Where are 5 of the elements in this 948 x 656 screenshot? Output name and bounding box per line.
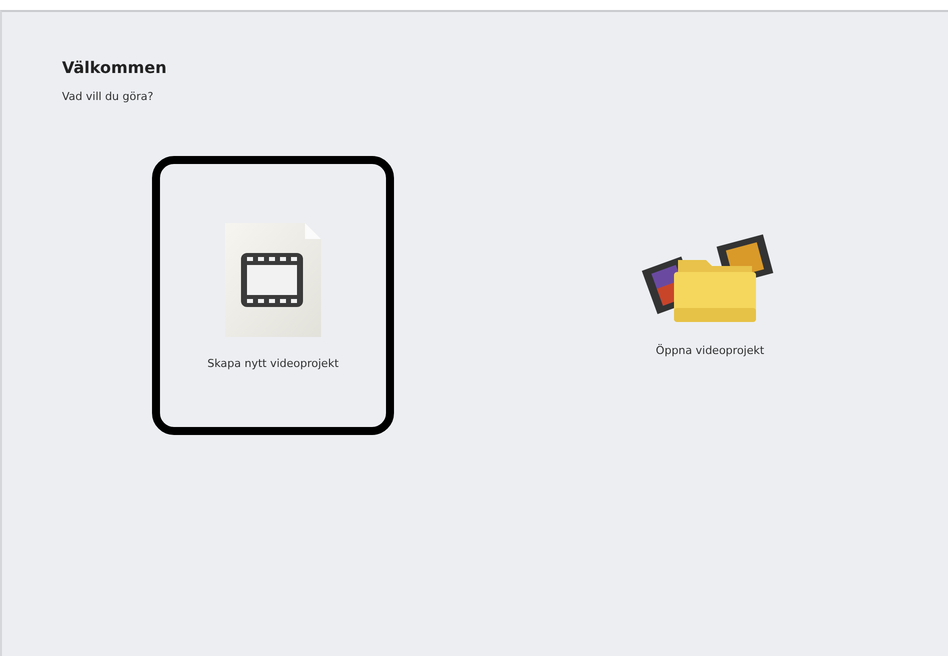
prompt-text: Vad vill du göra?	[62, 90, 154, 103]
welcome-heading: Välkommen	[62, 58, 168, 77]
video-document-icon	[223, 221, 323, 339]
project-option[interactable]: Öppna videoprojekt	[589, 156, 831, 435]
project-option[interactable]: Skapa nytt videoprojekt	[152, 156, 394, 435]
